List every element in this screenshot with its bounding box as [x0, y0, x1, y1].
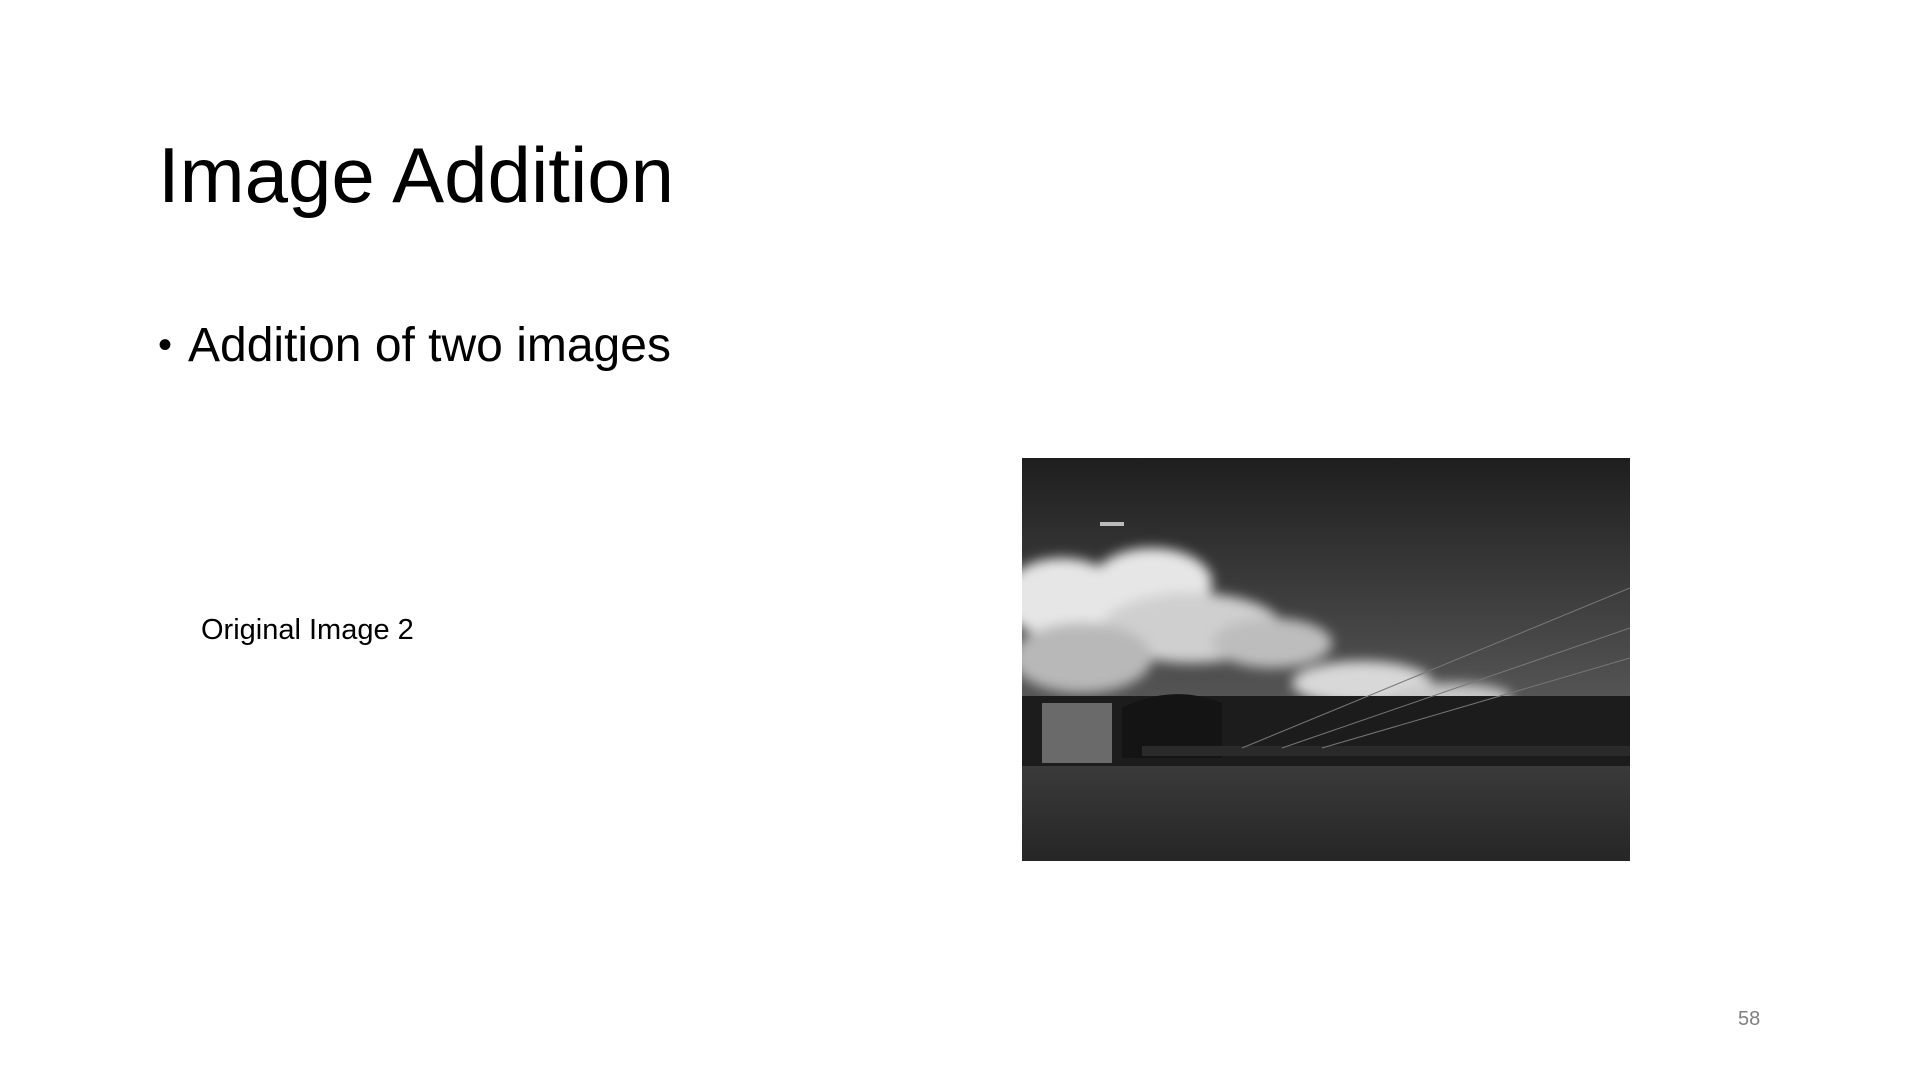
slide-title: Image Addition [158, 131, 675, 219]
bullet-icon: • [158, 323, 173, 367]
grayscale-river-city-photo [1022, 458, 1630, 861]
bullet-text: Addition of two images [188, 319, 671, 372]
bullet-item: • Addition of two images [158, 318, 671, 373]
image-label: Original Image 2 [201, 614, 414, 646]
page-number: 58 [1738, 1008, 1761, 1030]
